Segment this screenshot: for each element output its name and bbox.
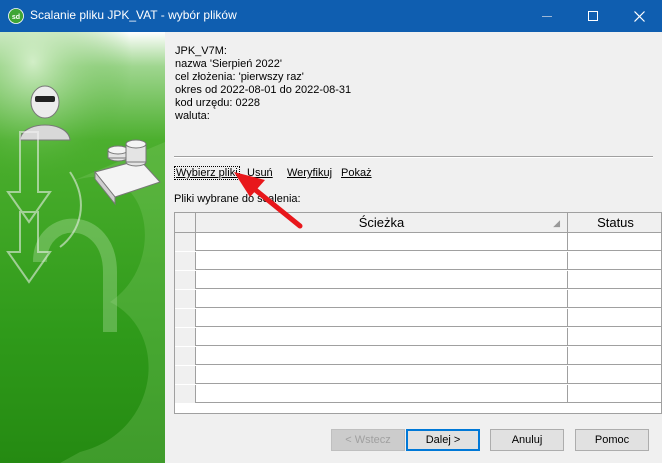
path-cell[interactable] — [196, 385, 568, 403]
minimize-button[interactable] — [524, 0, 570, 32]
jpk-info: JPK_V7M: nazwa 'Sierpień 2022' cel złoże… — [175, 45, 351, 123]
row-header-corner — [175, 213, 196, 233]
table-row[interactable] — [175, 309, 661, 327]
info-line-purpose: cel złożenia: 'pierwszy raz' — [175, 71, 304, 83]
status-cell[interactable] — [568, 309, 661, 327]
maximize-button[interactable] — [570, 0, 616, 32]
status-cell[interactable] — [568, 252, 661, 270]
window-title: Scalanie pliku JPK_VAT - wybór plików — [30, 8, 237, 22]
path-cell[interactable] — [196, 309, 568, 327]
table-row[interactable] — [175, 252, 661, 270]
divider — [174, 156, 653, 158]
wizard-side-image — [0, 32, 165, 463]
row-header[interactable] — [175, 271, 196, 289]
svg-text:sd: sd — [12, 14, 20, 21]
info-line-name: nazwa 'Sierpień 2022' — [175, 58, 282, 70]
status-cell[interactable] — [568, 328, 661, 346]
info-line-period: okres od 2022-08-01 do 2022-08-31 — [175, 84, 352, 96]
info-line-form: JPK_V7M: — [175, 45, 227, 57]
path-cell[interactable] — [196, 328, 568, 346]
wizard-illustration — [0, 32, 165, 463]
show-link[interactable]: Pokaż — [341, 167, 372, 179]
choose-files-link[interactable]: Wybierz pliki — [174, 166, 240, 180]
cancel-button[interactable]: Anuluj — [490, 429, 564, 451]
next-button[interactable]: Dalej > — [406, 429, 480, 451]
path-cell[interactable] — [196, 233, 568, 251]
back-button[interactable]: < Wstecz — [331, 429, 405, 451]
help-button[interactable]: Pomoc — [575, 429, 649, 451]
grid-header: Ścieżka ◢ Status — [175, 213, 661, 233]
table-row[interactable] — [175, 366, 661, 384]
title-bar: sd Scalanie pliku JPK_VAT - wybór plików — [0, 0, 662, 32]
close-button[interactable] — [616, 0, 662, 32]
table-row[interactable] — [175, 385, 661, 403]
status-cell[interactable] — [568, 347, 661, 365]
column-header-status[interactable]: Status — [568, 213, 661, 233]
remove-link[interactable]: Usuń — [247, 167, 273, 179]
column-header-path[interactable]: Ścieżka ◢ — [196, 213, 568, 233]
row-header[interactable] — [175, 309, 196, 327]
status-cell[interactable] — [568, 385, 661, 403]
row-header[interactable] — [175, 385, 196, 403]
info-line-office: kod urzędu: 0228 — [175, 97, 261, 109]
row-header[interactable] — [175, 290, 196, 308]
path-cell[interactable] — [196, 366, 568, 384]
files-grid[interactable]: Ścieżka ◢ Status — [174, 212, 662, 414]
maximize-icon — [588, 11, 598, 21]
row-header[interactable] — [175, 347, 196, 365]
verify-link[interactable]: Weryfikuj — [287, 167, 332, 179]
status-cell[interactable] — [568, 366, 661, 384]
path-cell[interactable] — [196, 347, 568, 365]
path-cell[interactable] — [196, 290, 568, 308]
minimize-icon — [542, 15, 552, 17]
table-row[interactable] — [175, 290, 661, 308]
table-row[interactable] — [175, 328, 661, 346]
table-row[interactable] — [175, 271, 661, 289]
column-status-label: Status — [597, 215, 634, 230]
table-row[interactable] — [175, 347, 661, 365]
row-header[interactable] — [175, 233, 196, 251]
column-path-label: Ścieżka — [358, 215, 405, 230]
main-content: JPK_V7M: nazwa 'Sierpień 2022' cel złoże… — [165, 32, 662, 463]
status-cell[interactable] — [568, 271, 661, 289]
info-line-currency: waluta: — [175, 110, 210, 122]
sd-app-icon: sd — [8, 8, 24, 24]
row-header[interactable] — [175, 252, 196, 270]
status-cell[interactable] — [568, 233, 661, 251]
row-header[interactable] — [175, 328, 196, 346]
sort-icon: ◢ — [553, 218, 560, 228]
picked-files-label: Pliki wybrane do scalenia: — [174, 193, 301, 205]
path-cell[interactable] — [196, 271, 568, 289]
path-cell[interactable] — [196, 252, 568, 270]
close-icon — [633, 10, 645, 22]
row-header[interactable] — [175, 366, 196, 384]
status-cell[interactable] — [568, 290, 661, 308]
table-row[interactable] — [175, 233, 661, 251]
